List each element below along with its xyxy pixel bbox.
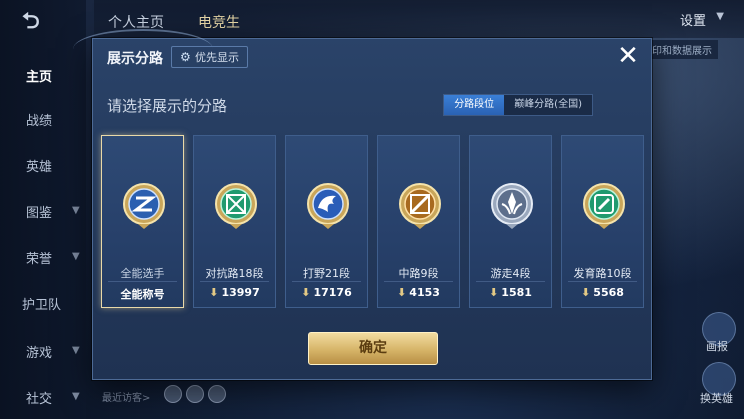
card-name: 打野21段 xyxy=(303,267,350,280)
lane-card-jungle[interactable]: 打野21段 ⬇ 17176 xyxy=(285,135,368,308)
chevron-down-icon: ▼ xyxy=(72,391,80,402)
card-divider xyxy=(384,281,453,282)
mid-lane-emblem-icon xyxy=(399,183,441,229)
tab-esports[interactable]: 电竞生 xyxy=(198,12,240,32)
jungle-emblem-icon xyxy=(307,183,349,229)
tab-peak-lane[interactable]: 巅峰分路(全国) xyxy=(504,95,592,115)
card-score-value: 13997 xyxy=(221,286,260,299)
back-arrow-icon[interactable]: ⮌ xyxy=(22,10,64,34)
top-tabs: 个人主页 电竞生 设置 ▼ xyxy=(94,0,744,38)
recent-visitors-link[interactable]: 最近访客> xyxy=(102,389,150,404)
card-name: 全能选手 xyxy=(120,267,165,280)
nav-item-social[interactable]: 社交 xyxy=(26,388,52,407)
nav-item-game[interactable]: 游戏 xyxy=(26,342,52,361)
lane-card-mid[interactable]: 中路9段 ⬇ 4153 xyxy=(377,135,460,308)
nav-item-honor[interactable]: 荣誉 xyxy=(26,248,52,267)
nav-item-guard[interactable]: 护卫队 xyxy=(22,294,61,313)
lane-display-dialog: 展示分路 ⚙ 优先显示 ✕ 请选择展示的分路 分路段位 巅峰分路(全国) 全能选手… xyxy=(73,29,652,380)
clash-lane-emblem-icon xyxy=(215,183,257,229)
card-name: 发育路10段 xyxy=(573,267,632,280)
roam-emblem-icon xyxy=(491,183,533,229)
card-divider xyxy=(292,281,361,282)
nav-item-home[interactable]: 主页 xyxy=(26,66,52,85)
avatar[interactable] xyxy=(164,385,182,403)
chevron-down-icon: ▼ xyxy=(72,345,80,356)
rank-arrow-icon: ⬇ xyxy=(397,286,407,299)
rank-arrow-icon: ⬇ xyxy=(301,286,311,299)
dialog-title: 展示分路 xyxy=(107,51,163,67)
card-divider xyxy=(200,281,269,282)
farm-lane-emblem-icon xyxy=(583,183,625,229)
card-name: 对抗路18段 xyxy=(205,267,264,280)
card-divider xyxy=(476,281,545,282)
card-score-value: 17176 xyxy=(313,286,352,299)
avatar[interactable] xyxy=(208,385,226,403)
tab-lane-rank[interactable]: 分路段位 xyxy=(444,95,505,115)
card-divider xyxy=(568,281,637,282)
card-divider xyxy=(108,281,177,282)
rank-arrow-icon: ⬇ xyxy=(209,286,219,299)
chevron-down-icon: ▼ xyxy=(72,251,80,262)
lane-card-farm[interactable]: 发育路10段 ⬇ 5568 xyxy=(561,135,644,308)
priority-display-label: 优先显示 xyxy=(195,51,239,64)
avatar[interactable] xyxy=(186,385,204,403)
settings-button[interactable]: 设置 xyxy=(680,10,706,29)
lane-tab-switch: 分路段位 巅峰分路(全国) xyxy=(443,94,593,116)
chevron-down-icon: ▼ xyxy=(72,205,80,216)
nav-item-heroes[interactable]: 英雄 xyxy=(26,156,52,175)
card-name: 游走4段 xyxy=(490,267,531,280)
card-score: ⬇ 1581 xyxy=(470,286,551,299)
confirm-button[interactable]: 确定 xyxy=(308,332,438,365)
nav-item-guide[interactable]: 图鉴 xyxy=(26,202,52,221)
card-title-label: 全能称号 xyxy=(120,288,165,301)
nav-item-record[interactable]: 战绩 xyxy=(26,110,52,129)
card-score-value: 5568 xyxy=(593,286,624,299)
card-score: ⬇ 17176 xyxy=(286,286,367,299)
card-score: ⬇ 13997 xyxy=(194,286,275,299)
lane-card-roam[interactable]: 游走4段 ⬇ 1581 xyxy=(469,135,552,308)
priority-display-button[interactable]: ⚙ 优先显示 xyxy=(171,46,248,68)
card-score: ⬇ 5568 xyxy=(562,286,643,299)
gear-icon: ⚙ xyxy=(180,50,191,64)
card-name: 中路9段 xyxy=(398,267,439,280)
rank-arrow-icon: ⬇ xyxy=(489,286,499,299)
poster-label: 画报 xyxy=(706,340,728,353)
switch-hero-label: 换英雄 xyxy=(700,392,733,405)
all-round-emblem-icon xyxy=(123,183,165,229)
dialog-subtitle: 请选择展示的分路 xyxy=(107,97,228,115)
close-icon[interactable]: ✕ xyxy=(615,43,641,69)
chevron-down-icon: ▼ xyxy=(716,11,724,22)
card-score-value: 4153 xyxy=(409,286,440,299)
lane-card-clash[interactable]: 对抗路18段 ⬇ 13997 xyxy=(193,135,276,308)
left-nav: ⮌ 主页 战绩 英雄 图鉴 ▼ 荣誉 ▼ 护卫队 游戏 ▼ 社交 ▼ xyxy=(0,0,86,419)
lane-card-all-round[interactable]: 全能选手 全能称号 xyxy=(101,135,184,308)
card-score-value: 1581 xyxy=(501,286,532,299)
data-display-tag[interactable]: 印和数据展示 xyxy=(646,40,718,59)
card-score: ⬇ 4153 xyxy=(378,286,459,299)
rank-arrow-icon: ⬇ xyxy=(581,286,591,299)
